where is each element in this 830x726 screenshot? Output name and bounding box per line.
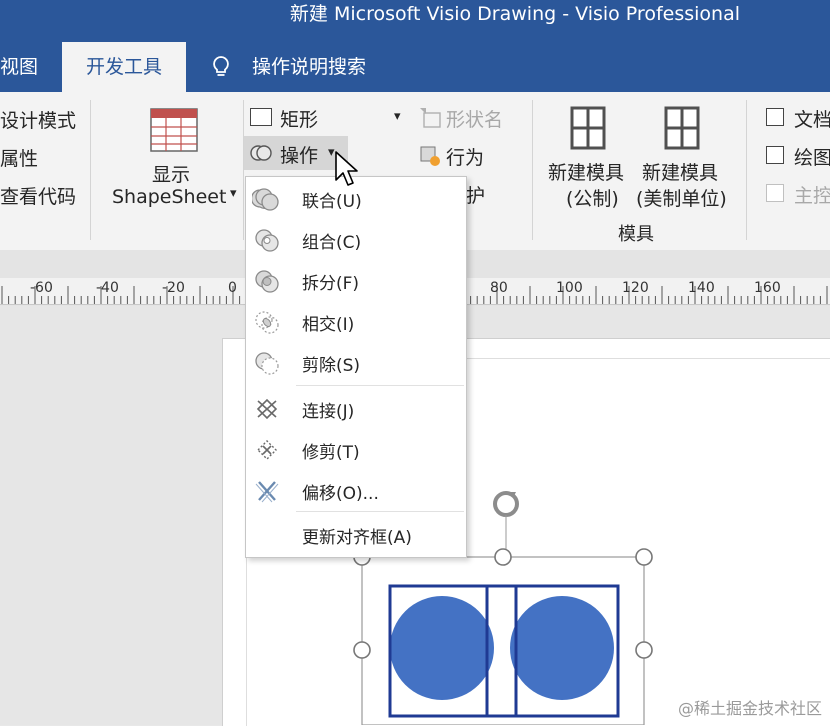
tab-developer[interactable]: 开发工具 — [62, 42, 186, 92]
join-icon — [256, 398, 278, 420]
ribbon-tab-row: 视图 开发工具 操作说明搜索 — [0, 42, 830, 92]
menu-item-join[interactable]: 连接(J) — [246, 389, 466, 429]
menu-item-label: 更新对齐框(A) — [302, 528, 412, 548]
ruler-label: 140 — [688, 280, 715, 296]
new-stencil-metric-label: 新建模具 — [548, 162, 625, 184]
group-divider — [243, 100, 244, 240]
group-divider — [90, 100, 91, 240]
menu-item-subtract[interactable]: 剪除(S) — [246, 343, 466, 383]
new-stencil-us-label: 新建模具 — [642, 162, 719, 184]
group-divider — [746, 100, 747, 240]
resize-handle[interactable] — [494, 548, 512, 566]
menu-item-intersect[interactable]: 相交(I) — [246, 302, 466, 342]
offset-icon — [255, 481, 279, 503]
menu-item-trim[interactable]: 修剪(T) — [246, 430, 466, 470]
resize-handle[interactable] — [353, 641, 371, 659]
menu-item-fragment[interactable]: 拆分(F) — [246, 261, 466, 301]
new-stencil-us-sublabel: (美制单位) — [636, 188, 727, 210]
fragmented-circles-shape[interactable] — [388, 584, 620, 718]
union-icon — [252, 188, 279, 211]
operations-label: 操作 — [280, 145, 319, 167]
rectangle-label: 矩形 — [280, 109, 319, 131]
resize-handle[interactable] — [635, 548, 653, 566]
ruler-label: 80 — [490, 280, 508, 296]
ruler-label: 0 — [228, 280, 237, 296]
rectangle-icon — [250, 108, 272, 126]
ruler-label: 100 — [556, 280, 583, 296]
stencil-icon — [570, 106, 606, 150]
ruler-label: 120 — [622, 280, 649, 296]
group-divider — [532, 100, 533, 240]
operations-button[interactable]: 操作 ▾ — [244, 136, 348, 170]
ruler-label: -60 — [30, 280, 53, 296]
menu-separator — [296, 385, 464, 386]
menu-item-update-alignment-box[interactable]: 更新对齐框(A) — [246, 515, 466, 555]
shapesheet-label-1: 显示 — [152, 164, 191, 186]
ruler-label: -40 — [96, 280, 119, 296]
doc-checkbox-label: 文档 — [794, 109, 830, 131]
menu-item-offset[interactable]: 偏移(O)... — [246, 471, 466, 511]
checkbox — [766, 184, 784, 202]
stencil-group-label: 模具 — [618, 224, 654, 245]
menu-item-label: 拆分(F) — [302, 274, 360, 294]
protection-label[interactable]: 护 — [466, 181, 485, 208]
lightbulb-icon[interactable] — [208, 54, 234, 80]
behavior-icon — [420, 146, 440, 166]
menu-item-label: 剪除(S) — [302, 356, 361, 376]
shape-name-label: 形状名 — [446, 109, 504, 131]
properties-button[interactable]: 属性 — [0, 144, 38, 171]
subtract-icon — [255, 352, 279, 375]
tab-view[interactable]: 视图 — [0, 42, 38, 92]
menu-item-label: 修剪(T) — [302, 443, 360, 463]
checkbox[interactable] — [766, 146, 784, 164]
stencil-icon — [664, 106, 700, 150]
behavior-label: 行为 — [446, 147, 485, 169]
menu-item-label: 偏移(O)... — [302, 484, 379, 504]
mouse-cursor-icon — [335, 151, 358, 186]
operations-menu: 联合(U) 组合(C) 拆分(F) 相交(I) 剪除(S) 连接(J) 修剪(T… — [245, 176, 467, 558]
watermark: @稀土掘金技术社区 — [677, 699, 822, 718]
ruler-label: 160 — [754, 280, 781, 296]
checkbox[interactable] — [766, 108, 784, 126]
shapesheet-label-2: ShapeSheet — [112, 186, 227, 208]
combine-icon — [255, 229, 279, 252]
menu-item-combine[interactable]: 组合(C) — [246, 220, 466, 260]
intersect-icon — [255, 311, 279, 334]
window-title: 新建 Microsoft Visio Drawing - Visio Profe… — [289, 3, 740, 25]
chevron-down-icon: ▾ — [230, 186, 237, 201]
tell-me-search[interactable]: 操作说明搜索 — [252, 42, 366, 92]
menu-item-label: 联合(U) — [302, 192, 362, 212]
menu-separator — [296, 511, 464, 512]
menu-item-label: 相交(I) — [302, 315, 355, 335]
design-mode-button[interactable]: 设计模式 — [0, 106, 76, 133]
view-code-button[interactable]: 查看代码 — [0, 182, 76, 209]
new-stencil-metric-sublabel: (公制) — [566, 188, 619, 210]
fragment-icon — [255, 270, 279, 293]
menu-item-label: 组合(C) — [302, 233, 362, 253]
operations-icon — [250, 145, 272, 161]
shapesheet-icon — [150, 108, 198, 152]
shape-name-icon — [420, 108, 441, 128]
trim-icon — [257, 440, 277, 460]
ruler-label: -20 — [162, 280, 185, 296]
resize-handle[interactable] — [635, 641, 653, 659]
drawing-checkbox-label: 绘图 — [794, 147, 830, 169]
master-checkbox-label: 主控 — [794, 185, 830, 207]
chevron-down-icon[interactable]: ▾ — [394, 109, 401, 124]
menu-item-label: 连接(J) — [302, 402, 355, 422]
